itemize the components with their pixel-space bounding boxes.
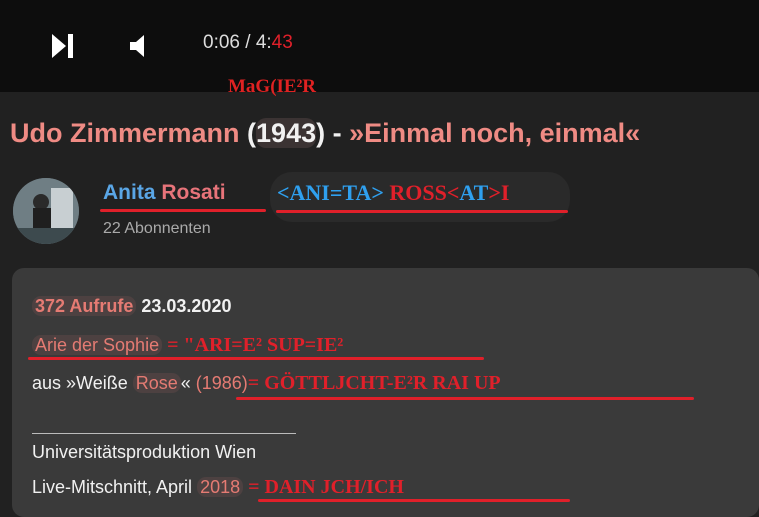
title-sep: ) -	[316, 118, 350, 148]
divider	[32, 433, 296, 434]
desc-stats: 372 Aufrufe 23.03.2020	[32, 296, 231, 317]
upload-date: 23.03.2020	[141, 296, 232, 316]
channel-name-last: Rosati	[161, 181, 226, 204]
line3-rose: Rose	[132, 373, 181, 393]
line5-prefix: Live-Mitschnitt, April	[32, 477, 198, 497]
line3-prefix: aus »Weiße	[32, 373, 133, 393]
line3-annotation: = GÖTTLJCHT-E²R RAI UP	[247, 372, 501, 394]
title-paren-open: (	[239, 118, 257, 148]
time-current: 0:06	[203, 32, 240, 53]
header-annotation: MaG(IE²R	[228, 76, 317, 97]
ann-part-4: >I	[488, 180, 510, 205]
channel-avatar[interactable]	[13, 178, 79, 244]
line3-post: «	[180, 373, 196, 393]
ann-part-1: <ANI=TA>	[277, 180, 384, 205]
view-count: 372 Aufrufe	[32, 296, 137, 316]
channel-name-first: Anita	[103, 181, 156, 204]
aria-annotation: = "ARI=E² SUP=IE²	[167, 334, 344, 356]
line3-underline	[236, 397, 694, 400]
ann-part-3: AT	[459, 180, 489, 205]
desc-line-3: aus »Weiße Rose « (1986)= GÖTTLJCHT-E²R R…	[32, 372, 501, 395]
channel-annotation-underline	[276, 210, 568, 213]
time-separator: / 4:	[239, 32, 272, 53]
channel-annotation: <ANI=TA> ROSS<AT>I	[277, 180, 509, 206]
skip-next-icon[interactable]	[52, 34, 74, 58]
video-player-controls: 0:06 / 4:43	[0, 0, 759, 92]
title-work: »Einmal noch, einmal«	[349, 118, 641, 148]
channel-underline	[100, 209, 266, 212]
aria-title: Arie der Sophie	[32, 335, 163, 355]
line5-annotation: = DAIN JCH/ICH	[243, 476, 404, 498]
ann-part-2: ROSS<	[383, 180, 460, 205]
desc-line-5: Live-Mitschnitt, April 2018 = DAIN JCH/I…	[32, 476, 404, 499]
time-total-tail: 43	[271, 32, 293, 53]
avatar-image	[13, 178, 79, 244]
title-year: 1943	[256, 118, 317, 148]
line5-year: 2018	[197, 477, 244, 497]
channel-name[interactable]: Anita Rosati	[103, 181, 226, 205]
desc-line-4: Universitätsproduktion Wien	[32, 442, 257, 462]
line2-underline	[28, 357, 484, 360]
time-display: 0:06 / 4:43	[203, 32, 293, 54]
video-title: Udo Zimmermann (1943) - »Einmal noch, ei…	[10, 118, 640, 149]
volume-icon[interactable]	[130, 34, 152, 58]
line3-year: (1986)	[195, 373, 248, 393]
line5-underline	[258, 499, 570, 502]
subscriber-count: 22 Abonnenten	[103, 220, 211, 237]
desc-line-2: Arie der Sophie = "ARI=E² SUP=IE²	[32, 334, 343, 357]
title-artist: Udo Zimmermann	[10, 118, 240, 148]
